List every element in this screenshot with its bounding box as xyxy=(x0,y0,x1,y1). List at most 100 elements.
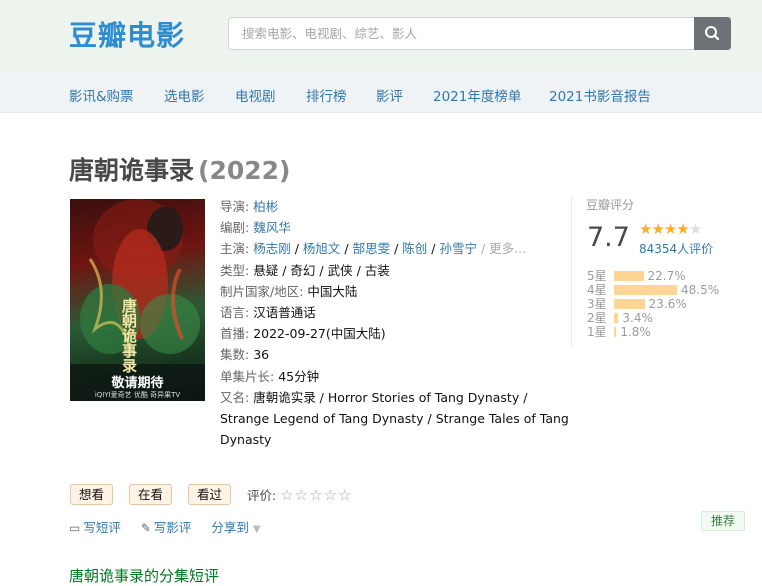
empty-star-icon[interactable]: ☆ xyxy=(338,486,352,504)
rating-bar-percent: 23.6% xyxy=(648,297,687,311)
nav-item-2021-list[interactable]: 2021年度榜单 xyxy=(433,85,521,105)
runtime-label: 单集片长: xyxy=(220,368,275,384)
nav-item-explore-movies[interactable]: 选电影 xyxy=(164,85,205,105)
region-label: 制片国家/地区: xyxy=(220,283,304,299)
comment-icon: ▭ xyxy=(69,521,81,535)
write-short-review-link[interactable]: ▭ 写短评 xyxy=(69,520,121,535)
star-icon: ★ xyxy=(639,220,652,238)
star-icon: ★ xyxy=(651,220,664,238)
director-link[interactable]: 柏彬 xyxy=(253,199,278,214)
writer-row: 编剧: 魏风华 xyxy=(220,217,560,238)
poster-caption: 敬请期待 xyxy=(111,376,164,391)
writer-link[interactable]: 魏风华 xyxy=(253,220,291,235)
writer-label: 编剧: xyxy=(220,220,250,236)
rating-bar-label: 1星 xyxy=(587,325,607,339)
genre-value: 悬疑 xyxy=(253,262,279,278)
premiere-row: 首播: 2022-09-27(中国大陆) xyxy=(220,323,560,344)
rating-panel: 豆瓣评分 7.7 ★★★★★ 84354人评价 5星 22.7% 4星 48.5… xyxy=(571,196,745,346)
rating-bar-percent: 1.8% xyxy=(620,325,651,339)
cast-link[interactable]: 陈创 xyxy=(402,241,427,256)
episode-reviews-heading: 唐朝诡事录的分集短评 xyxy=(69,567,220,585)
language-label: 语言: xyxy=(220,305,250,321)
poster-image[interactable]: 唐朝诡事录 敬请期待 iQIYI爱奇艺 优酷 奇异果TV xyxy=(70,199,205,401)
region-value: 中国大陆 xyxy=(307,283,358,299)
runtime-row: 单集片长: 45分钟 xyxy=(220,366,560,387)
search-input[interactable] xyxy=(229,18,689,49)
star-icon: ★ xyxy=(676,220,689,238)
recommend-button[interactable]: 推荐 xyxy=(701,511,745,531)
director-label: 导演: xyxy=(220,199,250,214)
rating-bar-fill xyxy=(614,271,644,281)
aka-value: Dynasty xyxy=(220,432,272,448)
nav-item-showtimes[interactable]: 影讯&购票 xyxy=(69,85,134,105)
rating-votes-link[interactable]: 84354人评价 xyxy=(639,240,713,257)
nav-item-tv[interactable]: 电视剧 xyxy=(235,85,276,105)
episodes-row: 集数: 36 xyxy=(220,344,560,365)
cast-link[interactable]: 杨志刚 xyxy=(253,241,291,256)
rating-bar-label: 5星 xyxy=(587,269,607,283)
cast-row: 主演: 杨志刚 / 杨旭文 / 郜思雯 / 陈创 / 孙雪宁 / 更多... xyxy=(220,241,527,257)
pencil-icon: ✎ xyxy=(140,521,151,535)
poster-title-glyphs: 唐朝诡事录 xyxy=(122,297,138,375)
watching-button[interactable]: 在看 xyxy=(129,484,173,505)
share-dropdown[interactable]: 分享到 ▼ xyxy=(211,520,260,535)
empty-star-icon[interactable]: ☆ xyxy=(295,486,309,504)
rating-bar-percent: 3.4% xyxy=(622,311,653,325)
rate-stars[interactable]: ☆☆☆☆☆ xyxy=(280,486,352,504)
aka-value: 唐朝诡实录 / Horror Stories of Tang Dynasty / xyxy=(253,389,528,405)
write-review-link[interactable]: ✎ 写影评 xyxy=(141,520,192,535)
share-label: 分享到 xyxy=(211,520,249,535)
nav-item-charts[interactable]: 排行榜 xyxy=(306,85,347,105)
rating-bar-label: 4星 xyxy=(587,283,607,297)
star-icon: ★ xyxy=(663,220,677,238)
watched-button[interactable]: 看过 xyxy=(188,484,232,505)
cast-more-link[interactable]: 更多... xyxy=(489,241,526,256)
cast-label: 主演: xyxy=(220,241,250,257)
region-row: 制片国家/地区: 中国大陆 xyxy=(220,281,560,302)
rating-bar-label: 2星 xyxy=(587,311,607,325)
premiere-value: 2022-09-27(中国大陆) xyxy=(253,326,386,342)
write-short-review-label: 写短评 xyxy=(83,520,121,535)
poster-platforms: iQIYI爱奇艺 优酷 奇异果TV xyxy=(94,391,181,399)
want-to-watch-button[interactable]: 想看 xyxy=(70,484,114,505)
cast-link[interactable]: 郜思雯 xyxy=(353,241,391,256)
rating-bar-fill xyxy=(614,299,645,309)
genre-row: 类型: 悬疑 / 奇幻 / 武侠 / 古装 xyxy=(220,262,390,278)
director-row: 导演: 柏彬 xyxy=(220,196,560,217)
episodes-label: 集数: xyxy=(220,347,250,363)
empty-star-icon[interactable]: ☆ xyxy=(309,486,323,504)
nav-item-reviews[interactable]: 影评 xyxy=(376,85,403,105)
episodes-value: 36 xyxy=(253,347,270,363)
cast-link[interactable]: 杨旭文 xyxy=(303,241,341,256)
action-links: ▭ 写短评 ✎ 写影评 分享到 ▼ xyxy=(69,517,277,536)
empty-star-icon[interactable]: ☆ xyxy=(280,486,294,504)
user-rating-label: 评价: xyxy=(247,488,277,503)
language-value: 汉语普通话 xyxy=(253,305,316,321)
genre-value: 奇幻 xyxy=(290,262,316,278)
language-row: 语言: 汉语普通话 xyxy=(220,302,560,323)
user-rating: 评价: ☆☆☆☆☆ xyxy=(247,485,352,504)
premiere-label: 首播: xyxy=(220,326,250,342)
rating-score: 7.7 xyxy=(587,222,630,253)
subject-info: 导演: 柏彬 编剧: 魏风华 主演: 杨志刚 / 杨旭文 / 郜思雯 / 陈创 … xyxy=(220,196,569,451)
write-review-label: 写影评 xyxy=(153,520,192,535)
rating-stars: ★★★★★ xyxy=(639,220,702,238)
douban-movie-logo[interactable]: 豆瓣电影 xyxy=(69,14,185,54)
title-year: (2022) xyxy=(198,156,291,185)
empty-star-icon[interactable]: ☆ xyxy=(324,486,338,504)
nav-item-2021-report[interactable]: 2021书影音报告 xyxy=(549,85,651,105)
genre-label: 类型: xyxy=(220,262,250,278)
aka-row: 又名: 唐朝诡实录 / Horror Stories of Tang Dynas… xyxy=(220,387,569,451)
cast-link[interactable]: 孙雪宁 xyxy=(439,241,477,256)
top-bar: 豆瓣电影 xyxy=(0,0,762,72)
search-box xyxy=(228,17,731,50)
runtime-value: 45分钟 xyxy=(278,368,320,384)
page-title: 唐朝诡事录 (2022) xyxy=(69,151,290,187)
search-icon xyxy=(705,26,720,41)
rating-bar-percent: 22.7% xyxy=(647,269,686,283)
rating-bar-fill xyxy=(614,285,678,295)
rating-bar-fill xyxy=(614,313,619,323)
rating-bar-fill xyxy=(614,327,617,337)
search-button[interactable] xyxy=(694,17,731,50)
genre-value: 古装 xyxy=(364,262,390,278)
